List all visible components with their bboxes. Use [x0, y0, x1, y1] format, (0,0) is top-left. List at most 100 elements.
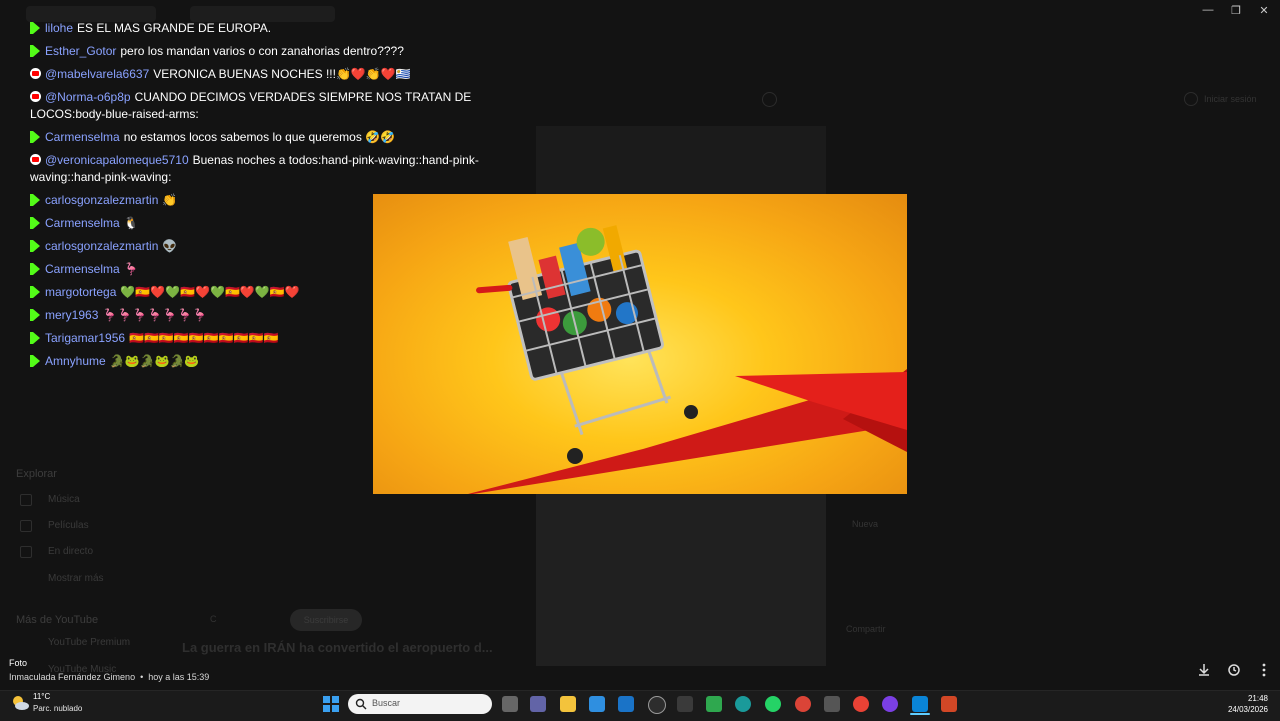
- powerpoint-icon[interactable]: [941, 696, 957, 712]
- chat-username[interactable]: Carmenselma: [45, 262, 120, 276]
- chat-text: VERONICA BUENAS NOCHES !!!👏❤️👏❤️🇺🇾: [153, 67, 411, 81]
- chat-username[interactable]: Amnyhume: [45, 354, 106, 368]
- file-explorer-icon[interactable]: [560, 696, 576, 712]
- chat-text: 🐊🐸🐊🐸🐊🐸: [109, 354, 200, 368]
- task-view-icon[interactable]: [502, 696, 518, 712]
- side-label-share: Compartir: [846, 624, 886, 634]
- chat-username[interactable]: Carmenselma: [45, 130, 120, 144]
- kick-icon: [30, 22, 40, 34]
- minimize-button[interactable]: —: [1200, 4, 1216, 16]
- kick-icon: [30, 332, 40, 344]
- chrome-icon[interactable]: [795, 696, 811, 712]
- youtube-icon: [30, 91, 41, 102]
- weather-temp[interactable]: 11°C: [33, 692, 50, 701]
- windows-start-icon[interactable]: [323, 696, 339, 712]
- chat-text: 🇪🇸🇪🇸🇪🇸🇪🇸🇪🇸🇪🇸🇪🇸🇪🇸🇪🇸🇪🇸: [129, 331, 279, 345]
- app-icon[interactable]: [824, 696, 840, 712]
- viewer-meta: Inmaculada Fernández Gimeno • hoy a las …: [9, 672, 210, 682]
- cart-illustration: [468, 225, 907, 494]
- chat-username[interactable]: margotortega: [45, 285, 116, 299]
- chat-username[interactable]: Carmenselma: [45, 216, 120, 230]
- share-icon[interactable]: [1226, 662, 1242, 678]
- viewer-author: Inmaculada Fernández Gimeno: [9, 672, 136, 682]
- clock-date: 24/03/2026: [1227, 705, 1268, 714]
- signin-button[interactable]: Iniciar sesión: [1204, 94, 1257, 104]
- chat-text: ES EL MAS GRANDE DE EUROPA.: [77, 21, 272, 35]
- movies-icon: [20, 520, 32, 532]
- sidebar-item-premium[interactable]: YouTube Premium: [48, 637, 130, 648]
- chat-username[interactable]: mery1963: [45, 308, 98, 322]
- chat-message: Esther_Gotor pero los mandan varios o con…: [30, 43, 480, 60]
- whatsapp-icon[interactable]: [765, 696, 781, 712]
- chat-text: 🦩: [123, 262, 139, 276]
- chat-username[interactable]: Tarigamar1956: [45, 331, 125, 345]
- chat-text: 👏: [162, 193, 178, 207]
- chrome-icon[interactable]: [853, 696, 869, 712]
- search-placeholder: Buscar: [372, 698, 401, 708]
- close-window-button[interactable]: ✕: [1256, 4, 1272, 17]
- chat-text: 🦩🦩🦩🦩🦩🦩🦩: [102, 308, 207, 322]
- viewer-time: hoy a las 15:39: [148, 672, 210, 682]
- system-clock[interactable]: 21:48 24/03/2026: [1228, 693, 1268, 715]
- weather-condition[interactable]: Parc. nublado: [33, 704, 82, 713]
- edge-icon[interactable]: [735, 696, 751, 712]
- store-icon[interactable]: [589, 696, 605, 712]
- chat-text: no estamos locos sabemos lo que queremos…: [123, 130, 396, 144]
- chat-text: pero los mandan varios o con zanahorias …: [120, 44, 404, 58]
- chat-message: @veronicapalomeque5710 Buenas noches a to…: [30, 152, 480, 186]
- maximize-button[interactable]: ❐: [1228, 4, 1244, 17]
- active-app-indicator: [910, 713, 930, 715]
- chat-username[interactable]: @veronicapalomeque5710: [45, 153, 189, 167]
- chat-username[interactable]: carlosgonzalezmartin: [45, 193, 158, 207]
- sidebar-item-show-more[interactable]: Mostrar más: [48, 573, 104, 584]
- channel-avatar[interactable]: C: [210, 614, 217, 624]
- app-icon[interactable]: [706, 696, 722, 712]
- kick-icon: [30, 309, 40, 321]
- sidebar-item-music[interactable]: Música: [48, 494, 80, 505]
- teams-icon[interactable]: [530, 696, 546, 712]
- more-options-icon[interactable]: [1256, 662, 1272, 678]
- app-icon[interactable]: [882, 696, 898, 712]
- sidebar-item-live[interactable]: En directo: [48, 546, 93, 557]
- side-label-new: Nueva: [852, 519, 879, 529]
- viewer-label: Foto: [9, 658, 28, 668]
- kick-icon: [30, 217, 40, 229]
- app-icon[interactable]: [648, 696, 666, 714]
- search-icon[interactable]: [762, 92, 777, 107]
- live-icon: [20, 546, 32, 558]
- app-icon[interactable]: [677, 696, 693, 712]
- account-icon: [1184, 92, 1198, 106]
- chat-username[interactable]: @Norma-o6p8p: [45, 90, 131, 104]
- search-icon: [355, 698, 367, 710]
- music-icon: [20, 494, 32, 506]
- chat-message: @mabelvarela6637 VERONICA BUENAS NOCHES !…: [30, 66, 480, 83]
- chat-username[interactable]: @mabelvarela6637: [45, 67, 149, 81]
- photos-icon[interactable]: [912, 696, 928, 712]
- clock-time: 21:48: [1247, 694, 1268, 703]
- kick-icon: [30, 45, 40, 57]
- more-youtube-heading: Más de YouTube: [16, 614, 99, 626]
- taskbar-search-input[interactable]: Buscar: [348, 694, 492, 714]
- chat-text: 👽: [162, 239, 178, 253]
- chat-text: 🐧: [123, 216, 139, 230]
- chat-message: @Norma-o6p8p CUANDO DECIMOS VERDADES SIEM…: [30, 89, 480, 123]
- photo-image: [373, 194, 907, 494]
- kick-icon: [30, 355, 40, 367]
- kick-icon: [30, 240, 40, 252]
- chat-username[interactable]: carlosgonzalezmartin: [45, 239, 158, 253]
- kick-icon: [30, 263, 40, 275]
- weather-icon: [13, 696, 29, 710]
- chat-username[interactable]: lilohe: [45, 21, 73, 35]
- kick-icon: [30, 131, 40, 143]
- sidebar-item-movies[interactable]: Películas: [48, 520, 89, 531]
- youtube-icon: [30, 154, 41, 165]
- taskbar: [0, 690, 1280, 721]
- download-icon[interactable]: [1196, 662, 1212, 678]
- explore-heading: Explorar: [16, 468, 57, 480]
- chat-username[interactable]: Esther_Gotor: [45, 44, 116, 58]
- video-title: La guerra en IRÁN ha convertido el aerop…: [182, 640, 493, 655]
- subscribe-button[interactable]: Suscribirse: [290, 609, 362, 631]
- kick-icon: [30, 286, 40, 298]
- kick-icon: [30, 194, 40, 206]
- mail-icon[interactable]: [618, 696, 634, 712]
